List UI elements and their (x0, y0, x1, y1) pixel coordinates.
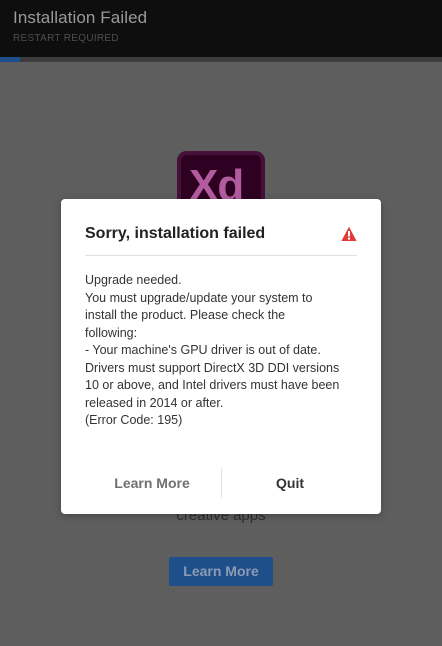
error-code: (Error Code: 195) (85, 413, 183, 427)
message-line: You must upgrade/update your system to (85, 290, 313, 305)
message-line: released in 2014 or after. (85, 395, 224, 410)
progress-bar (0, 57, 442, 62)
dialog-header: Sorry, installation failed (85, 225, 357, 256)
dialog-heading: Sorry, installation failed (85, 225, 266, 242)
message-line: - Your machine's GPU driver is out of da… (85, 343, 321, 357)
background-learn-more-button: Learn More (169, 557, 273, 586)
title-bar: Installation Failed RESTART REQUIRED (0, 0, 442, 57)
error-dialog: Sorry, installation failed Upgrade neede… (61, 199, 381, 514)
progress-bar-fill (0, 57, 20, 62)
message-line: Upgrade needed. (85, 273, 182, 287)
warning-triangle-icon (341, 226, 357, 241)
learn-more-button[interactable]: Learn More (91, 471, 213, 495)
message-line: 10 or above, and Intel drivers must have… (85, 378, 340, 392)
button-divider (221, 468, 222, 498)
dialog-message: Upgrade needed. You must upgrade/update … (85, 272, 365, 430)
window-subtitle: RESTART REQUIRED (13, 33, 119, 44)
quit-button[interactable]: Quit (229, 471, 351, 495)
message-line: Drivers must support DirectX 3D DDI vers… (85, 360, 340, 375)
window-title: Installation Failed (13, 8, 148, 27)
message-line: install the product. Please check the (85, 308, 286, 322)
message-line: following: (85, 325, 138, 340)
